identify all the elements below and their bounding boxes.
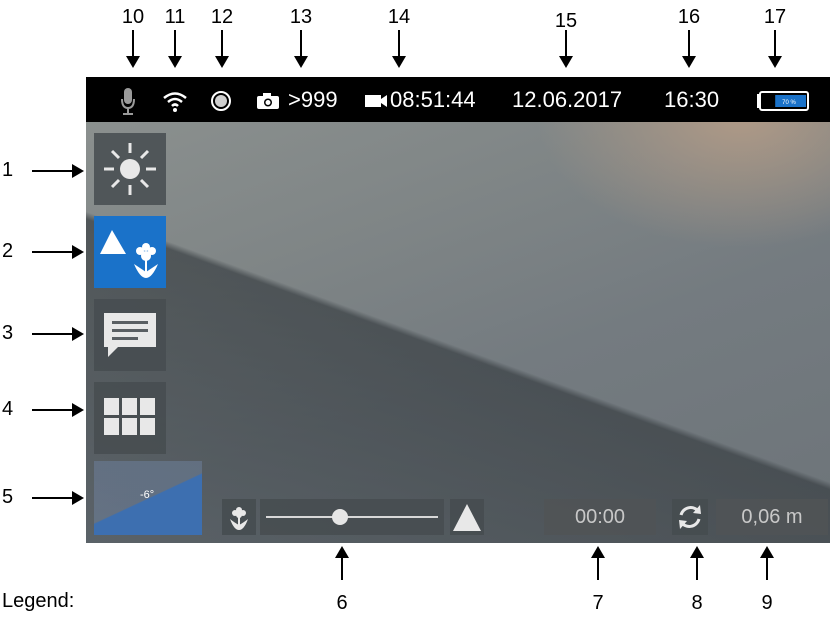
callout-arrow [591,546,605,580]
mountain-icon [453,504,481,531]
callout-6: 6 [336,592,348,614]
zoom-slider[interactable] [260,499,444,535]
camera-screen: >999 08:51:44 12.06.2017 16:30 70 % -6° … [86,77,830,543]
callout-4: 4 [2,398,14,420]
callout-16: 16 [677,6,701,28]
callout-3: 3 [2,322,14,344]
zoom-landscape-button[interactable] [450,499,484,535]
callout-arrow [32,327,84,341]
zoom-track-line [266,516,438,518]
zoom-macro-button[interactable] [222,499,256,535]
brightness-button[interactable] [94,133,166,205]
brightness-icon [104,143,156,195]
rotate-button[interactable] [672,499,708,535]
microphone-icon [120,77,136,122]
grid-icon [104,398,155,435]
callout-8: 8 [691,592,703,614]
callout-arrow [215,30,229,68]
grid-button[interactable] [94,382,166,454]
record-indicator-icon [210,77,232,122]
focus-mode-button[interactable] [94,216,166,288]
callout-arrow [760,546,774,580]
comment-button[interactable] [94,299,166,371]
status-bar: >999 08:51:44 12.06.2017 16:30 70 % [86,77,830,122]
callout-arrow [126,30,140,68]
callout-arrow [168,30,182,68]
callout-5: 5 [2,486,14,508]
callout-1: 1 [2,159,14,181]
callout-11: 11 [164,6,186,28]
battery-text: 70 % [782,100,796,106]
rotate-icon [679,505,701,529]
camera-icon [256,77,280,122]
callout-arrow [32,245,84,259]
callout-arrow [392,30,406,68]
callout-arrow [768,30,782,68]
callout-17: 17 [763,6,787,28]
callout-arrow [335,546,349,580]
distance-readout: 0,06 m [716,499,828,535]
callout-arrow [32,403,84,417]
callout-9: 9 [761,592,773,614]
callout-arrow [294,30,308,68]
callout-arrow [32,491,84,505]
zoom-slider-handle[interactable] [331,509,348,525]
callout-7: 7 [592,592,604,614]
recording-timer: 00:00 [544,499,656,535]
callout-14: 14 [387,6,411,28]
callout-arrow [32,164,84,178]
landscape-macro-icon [100,230,158,278]
wifi-icon [162,77,188,122]
photo-count: >999 [288,87,338,112]
incline-value: -6° [140,489,155,501]
legend-label: Legend: [2,590,75,612]
video-camera-icon [364,77,388,122]
incline-indicator: -6° [94,461,202,535]
video-time: 08:51:44 [390,87,476,112]
callout-13: 13 [289,6,313,28]
battery-icon: 70 % [756,77,810,122]
callout-arrow [682,30,696,68]
clock-time: 16:30 [664,87,720,112]
callout-12: 12 [210,6,234,28]
callout-arrow [559,30,573,68]
callout-2: 2 [2,240,14,262]
macro-flower-icon [230,507,248,530]
comment-icon [104,313,156,357]
callout-10: 10 [121,6,145,28]
callout-arrow [690,546,704,580]
date: 12.06.2017 [512,87,623,112]
